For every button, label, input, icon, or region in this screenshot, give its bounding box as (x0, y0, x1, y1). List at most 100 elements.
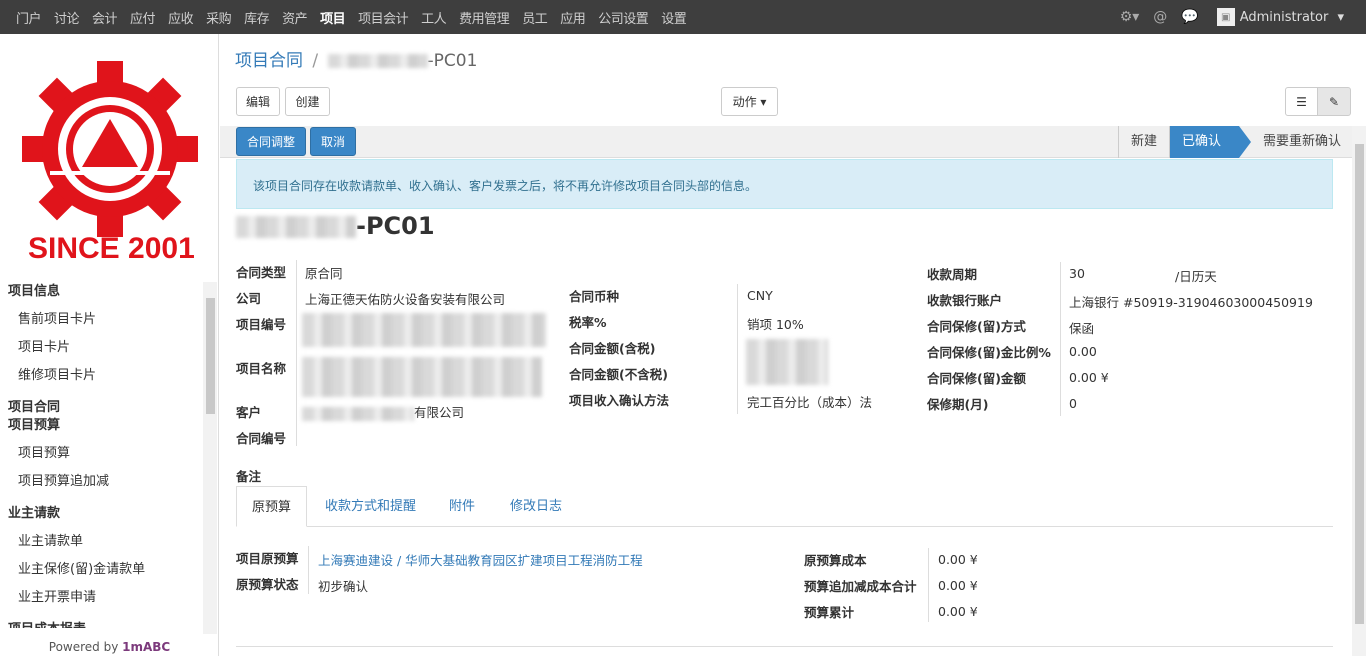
top-menu-item[interactable]: 讨论 (54, 8, 80, 27)
retention-ratio-value: 0.00 (1069, 344, 1097, 359)
sidebar-section-title[interactable]: 业主请款 (0, 502, 60, 521)
top-menu: 门户 讨论 会计 应付 应收 采购 库存 资产 项目 项目会计 工人 费用管理 员工 应用 公司设置 设置 (16, 0, 699, 34)
sidebar-scroll-thumb[interactable] (206, 298, 215, 414)
stage-reconfirm[interactable]: 需要重新确认 (1239, 126, 1353, 158)
method-value: 完工百分比（成本）法 (747, 395, 873, 410)
tab-change-log[interactable]: 修改日志 (495, 486, 577, 527)
top-menu-item[interactable]: 应收 (168, 8, 194, 27)
top-menu-item[interactable]: 公司设置 (598, 8, 649, 27)
action-label: 动作 (732, 95, 757, 109)
powered-prefix: Powered by (48, 640, 123, 654)
sidebar-item[interactable]: 业主开票申请 (0, 586, 96, 605)
form-view-icon[interactable]: ✎ (1317, 87, 1351, 116)
top-menu-item[interactable]: 资产 (282, 8, 308, 27)
avatar[interactable]: ▣ (1216, 8, 1235, 26)
column-divider (928, 548, 929, 622)
contract-type-value: 原合同 (305, 266, 343, 281)
top-menu-item[interactable]: 项目会计 (358, 8, 409, 27)
sidebar-section-title[interactable]: 项目合同 (0, 396, 60, 415)
retention-amount-label: 合同保修(留)金额 (927, 371, 1026, 386)
period-unit: /日历天 (1175, 269, 1217, 284)
sidebar-section-title[interactable]: 项目信息 (0, 280, 60, 299)
gear-icon[interactable]: ⚙▾ (1120, 9, 1140, 25)
top-menu-item[interactable]: 工人 (421, 8, 447, 27)
top-navbar: 门户 讨论 会计 应付 应收 采购 库存 资产 项目 项目会计 工人 费用管理 员工 应用 公司设置 设置 ⚙… (0, 0, 1366, 34)
top-menu-item[interactable]: 应付 (130, 8, 156, 27)
period-label: 收款周期 (927, 267, 978, 282)
top-menu-item[interactable]: 门户 (16, 8, 42, 27)
top-menu-item[interactable]: 项目 (320, 8, 346, 27)
chat-icon[interactable]: 💬 (1181, 9, 1198, 25)
budget-total-value: 0.00 ¥ (938, 604, 978, 619)
top-menu-item[interactable]: 设置 (661, 8, 687, 27)
tab-attachments[interactable]: 附件 (434, 486, 490, 527)
cancel-button[interactable]: 取消 (310, 127, 356, 156)
bank-value[interactable]: 上海银行 #50919-31904603000450919 (1069, 292, 1313, 311)
caret-down-icon: ▾ (756, 94, 767, 109)
tax-value: 销项 10% (747, 317, 804, 332)
sidebar-item[interactable]: 业主请款单 (0, 530, 83, 549)
top-menu-item[interactable]: 库存 (244, 8, 270, 27)
sidebar-section-title[interactable]: 项目成本报表 (0, 618, 86, 628)
breadcrumb-separator: / (312, 51, 319, 71)
column-divider (308, 546, 309, 594)
tab-payment-terms[interactable]: 收款方式和提醒 (310, 486, 431, 527)
sidebar-scrollbar[interactable] (203, 282, 217, 634)
action-dropdown[interactable]: 动作 ▾ (721, 87, 778, 116)
tab-original-budget[interactable]: 原预算 (236, 486, 308, 527)
retention-amount-value: 0.00 ¥ (1069, 370, 1109, 385)
create-button[interactable]: 创建 (285, 87, 330, 116)
stage-new[interactable]: 新建 (1117, 126, 1169, 158)
sidebar: SINCE 2001 项目信息 售前项目卡片 项目卡片 维修项目卡片 项目合同 项目预算项… (0, 34, 219, 656)
chevron-down-icon[interactable]: ▾ (1333, 10, 1344, 25)
at-icon[interactable]: @ (1153, 9, 1167, 25)
powered-by: Powered by 1mABC (0, 640, 219, 654)
period-value: 30 (1069, 266, 1085, 281)
retention-method-value: 保函 (1069, 321, 1095, 336)
sidebar-item[interactable]: 项目卡片 (0, 336, 70, 355)
redacted-text (236, 216, 356, 238)
logo-text: SINCE 2001 (28, 232, 195, 265)
sidebar-section-title[interactable]: 项目预算 (0, 414, 60, 433)
column-divider (296, 260, 297, 446)
project-name-label: 项目名称 (236, 361, 287, 376)
amount-value (746, 339, 828, 385)
main-content: 项目合同 / -PC01 编辑 创建 动作 ▾ ☰ ✎ 合同调整 取消 新建 已… (220, 34, 1366, 656)
top-menu-item[interactable]: 采购 (206, 8, 232, 27)
notebook-tabs: 原预算 收款方式和提醒 附件 修改日志 (236, 486, 1333, 527)
breadcrumb-parent[interactable]: 项目合同 (235, 51, 303, 71)
stage-confirmed[interactable]: 已确认 (1168, 126, 1252, 158)
sidebar-item[interactable]: 维修项目卡片 (0, 364, 96, 383)
record-title-suffix: -PC01 (356, 212, 435, 240)
status-bar: 合同调整 取消 新建 已确认 需要重新确认 (220, 126, 1353, 158)
sidebar-item[interactable]: 项目预算追加减 (0, 470, 109, 489)
orig-budget-label: 项目原预算 (236, 551, 299, 566)
sidebar-item[interactable]: 业主保修(留)金请款单 (0, 558, 145, 577)
company-value[interactable]: 上海正德天佑防火设备安装有限公司 (305, 289, 505, 308)
top-menu-item[interactable]: 会计 (92, 8, 118, 27)
breadcrumb: 项目合同 / -PC01 (235, 46, 477, 71)
retention-method-label: 合同保修(留)方式 (927, 319, 1026, 334)
edit-button[interactable]: 编辑 (236, 87, 280, 116)
adjust-contract-button[interactable]: 合同调整 (236, 127, 306, 156)
project-no-label: 项目编号 (236, 317, 287, 332)
orig-budget-link[interactable]: 上海赛迪建设 / 华师大基础教育园区扩建项目工程消防工程 (318, 550, 643, 569)
user-menu[interactable]: Administrator (1240, 10, 1329, 25)
notes-label: 备注 (236, 469, 262, 484)
customer-value[interactable]: 有限公司 (302, 402, 464, 421)
sidebar-item[interactable]: 售前项目卡片 (0, 308, 96, 327)
record-title: -PC01 (236, 212, 435, 240)
top-menu-item[interactable]: 应用 (560, 8, 586, 27)
powered-brand[interactable]: 1mABC (122, 640, 170, 654)
main-scroll-thumb[interactable] (1355, 144, 1364, 624)
warranty-value: 0 (1069, 396, 1077, 411)
list-view-icon[interactable]: ☰ (1285, 87, 1318, 116)
main-scrollbar[interactable] (1352, 126, 1366, 656)
top-menu-item[interactable]: 员工 (522, 8, 548, 27)
customer-label: 客户 (236, 405, 262, 420)
top-right-tools: ⚙▾ @ 💬 ▣ Administrator ▾ (1106, 0, 1344, 34)
currency-value[interactable]: CNY (747, 288, 773, 303)
sidebar-item[interactable]: 项目预算 (0, 442, 70, 461)
budget-cost-value: 0.00 ¥ (938, 552, 978, 567)
top-menu-item[interactable]: 费用管理 (459, 8, 510, 27)
